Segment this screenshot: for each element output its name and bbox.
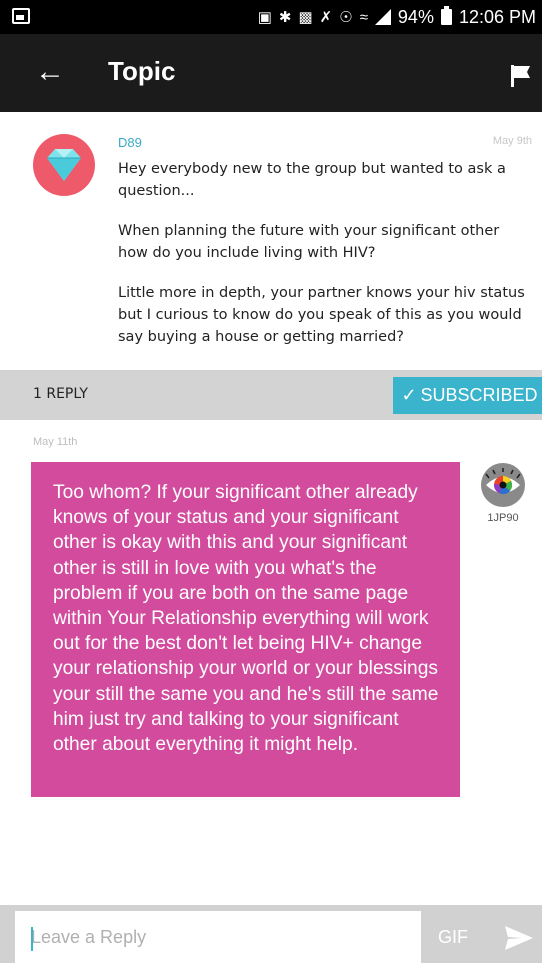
input-bar: GIF xyxy=(0,905,542,963)
nfc-icon: ▩ xyxy=(298,8,313,26)
post-body: Hey everybody new to the group but wante… xyxy=(118,158,530,366)
subscribed-label: SUBSCRIBED xyxy=(420,385,538,405)
avatar[interactable] xyxy=(481,463,525,507)
app-bar: ← Topic xyxy=(0,34,542,112)
diamond-icon xyxy=(47,149,81,181)
status-icons: ▣ ✱ ▩ ✗ ☉ ≈ 94% 12:06 PM xyxy=(258,0,536,34)
battery-icon xyxy=(440,6,452,25)
reply-bubble: Too whom? If your significant other alre… xyxy=(31,462,460,797)
subscribed-button[interactable]: ✓ SUBSCRIBED xyxy=(393,377,542,414)
reply-input[interactable] xyxy=(15,911,421,963)
alarm-icon: ☉ xyxy=(339,8,353,26)
post-paragraph: When planning the future with your signi… xyxy=(118,223,500,261)
reply-author[interactable]: 1JP90 xyxy=(474,512,532,524)
text-caret xyxy=(31,927,33,951)
clock: 12:06 PM xyxy=(458,6,536,27)
avatar[interactable] xyxy=(33,134,95,196)
mute-icon: ✗ xyxy=(319,8,333,26)
bluetooth-icon: ✱ xyxy=(278,8,292,26)
post-author[interactable]: D89 xyxy=(118,135,142,150)
battery-percent: 94% xyxy=(397,6,434,27)
status-bar: ▣ ✱ ▩ ✗ ☉ ≈ 94% 12:06 PM xyxy=(0,0,542,34)
gif-button[interactable]: GIF xyxy=(438,927,468,948)
post-paragraph: Little more in depth, your partner knows… xyxy=(118,285,525,345)
flag-icon[interactable] xyxy=(510,64,532,88)
gallery-notification-icon xyxy=(12,8,30,24)
send-icon[interactable] xyxy=(504,925,534,951)
lte-icon: ≈ xyxy=(359,8,368,26)
post-paragraph: Hey everybody new to the group but wante… xyxy=(118,161,506,199)
reply-date: May 11th xyxy=(33,436,78,448)
reply-count: 1 REPLY xyxy=(33,386,88,402)
signal-icon xyxy=(374,9,391,25)
topic-post: D89 May 9th Hey everybody new to the gro… xyxy=(0,112,542,370)
reply-bar: 1 REPLY ✓ SUBSCRIBED xyxy=(0,370,542,420)
check-icon: ✓ xyxy=(401,385,417,405)
back-arrow-icon[interactable]: ← xyxy=(34,56,66,88)
post-date: May 9th xyxy=(492,135,532,147)
lock-icon: ▣ xyxy=(257,8,272,26)
eye-icon xyxy=(485,468,521,495)
page-title: Topic xyxy=(108,56,176,86)
